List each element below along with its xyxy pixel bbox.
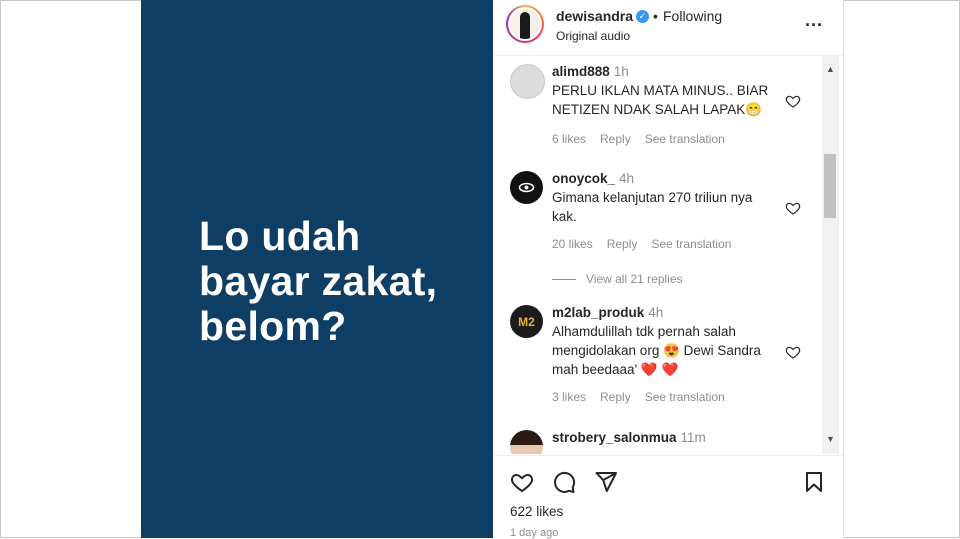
scroll-thumb[interactable] bbox=[824, 154, 836, 218]
comment-likes[interactable]: 20 likes bbox=[552, 237, 593, 251]
comment-item: strobery_salonmua 11m bbox=[493, 428, 823, 454]
post-image[interactable]: Lo udah bayar zakat, belom? bbox=[141, 0, 493, 538]
share-send-icon[interactable] bbox=[594, 470, 618, 494]
comment-meta: 3 likes Reply See translation bbox=[552, 390, 739, 404]
bookmark-save-icon[interactable] bbox=[802, 470, 826, 494]
post-image-text: Lo udah bayar zakat, belom? bbox=[199, 214, 437, 349]
heart-icon[interactable] bbox=[785, 93, 801, 109]
comment-likes[interactable]: 3 likes bbox=[552, 390, 586, 404]
post-side-panel: dewisandra ✓ • Following Original audio … bbox=[493, 0, 844, 539]
comment-avatar[interactable] bbox=[510, 64, 545, 99]
separator-dot: • bbox=[653, 8, 658, 24]
eye-icon bbox=[518, 182, 535, 193]
comment-likes[interactable]: 6 likes bbox=[552, 132, 586, 146]
original-audio-link[interactable]: Original audio bbox=[556, 29, 630, 43]
comment-avatar[interactable]: M2 bbox=[510, 305, 543, 338]
comment-text: Gimana kelanjutan 270 triliun nya kak. bbox=[552, 190, 753, 224]
see-translation-link[interactable]: See translation bbox=[651, 237, 731, 251]
comment-item: onoycok_ 4h Gimana kelanjutan 270 triliun… bbox=[493, 164, 823, 284]
comment-avatar[interactable] bbox=[510, 430, 543, 454]
comment-username[interactable]: strobery_salonmua 11m bbox=[552, 430, 706, 445]
post-time[interactable]: 1 day ago bbox=[510, 527, 558, 539]
likes-count[interactable]: 622 likes bbox=[510, 504, 563, 519]
comment-text: PERLU IKLAN MATA MINUS.. BIAR NETIZEN ND… bbox=[552, 83, 769, 117]
reply-divider-line bbox=[552, 279, 576, 281]
reply-button[interactable]: Reply bbox=[600, 390, 631, 404]
comment-meta: 20 likes Reply See translation bbox=[552, 237, 745, 251]
post-text-line-3: belom? bbox=[199, 303, 347, 349]
comment-username[interactable]: onoycok_ 4h bbox=[552, 171, 634, 186]
avatar[interactable] bbox=[506, 5, 544, 43]
comment-time: 11m bbox=[680, 430, 706, 445]
comment-time: 4h bbox=[648, 305, 664, 320]
comment-time: 1h bbox=[613, 64, 629, 79]
view-replies-link[interactable]: View all 21 replies bbox=[552, 272, 683, 286]
comments-list: alimd888 1h PERLU IKLAN MATA MINUS.. BIAR… bbox=[493, 56, 823, 454]
post-actions-bar: 622 likes 1 day ago bbox=[493, 455, 843, 539]
reply-button[interactable]: Reply bbox=[600, 132, 631, 146]
scroll-down-arrow-icon[interactable]: ▼ bbox=[826, 434, 835, 444]
post-header: dewisandra ✓ • Following Original audio … bbox=[493, 0, 843, 56]
comment-text: Alhamdulillah tdk pernah salah mengidola… bbox=[552, 324, 761, 377]
comment-bubble-icon[interactable] bbox=[552, 470, 576, 494]
like-heart-icon[interactable] bbox=[510, 470, 534, 494]
reply-button[interactable]: Reply bbox=[607, 237, 638, 251]
comment-item: M2 m2lab_produk 4h Alhamdulillah tdk pern… bbox=[493, 299, 823, 419]
comment-time: 4h bbox=[619, 171, 635, 186]
heart-icon[interactable] bbox=[785, 200, 801, 216]
post-username[interactable]: dewisandra bbox=[556, 8, 633, 24]
comment-item: alimd888 1h PERLU IKLAN MATA MINUS.. BIAR… bbox=[493, 56, 823, 156]
comment-username[interactable]: alimd888 1h bbox=[552, 64, 629, 79]
brand-logo-icon: M2 bbox=[518, 315, 535, 329]
see-translation-link[interactable]: See translation bbox=[645, 132, 725, 146]
post-text-line-1: Lo udah bbox=[199, 213, 361, 259]
following-button[interactable]: Following bbox=[663, 8, 722, 24]
comment-meta: 6 likes Reply See translation bbox=[552, 132, 739, 146]
comment-avatar[interactable] bbox=[510, 171, 543, 204]
scroll-up-arrow-icon[interactable]: ▲ bbox=[826, 64, 835, 74]
view-replies-text: View all 21 replies bbox=[586, 272, 683, 286]
comment-username[interactable]: m2lab_produk 4h bbox=[552, 305, 663, 320]
heart-icon[interactable] bbox=[785, 344, 801, 360]
post-text-line-2: bayar zakat, bbox=[199, 258, 438, 304]
comments-scrollbar[interactable]: ▲ ▼ bbox=[822, 56, 839, 454]
verified-badge-icon: ✓ bbox=[636, 10, 649, 23]
more-options-icon[interactable]: ... bbox=[805, 10, 823, 31]
see-translation-link[interactable]: See translation bbox=[645, 390, 725, 404]
svg-text:M2: M2 bbox=[518, 315, 535, 329]
